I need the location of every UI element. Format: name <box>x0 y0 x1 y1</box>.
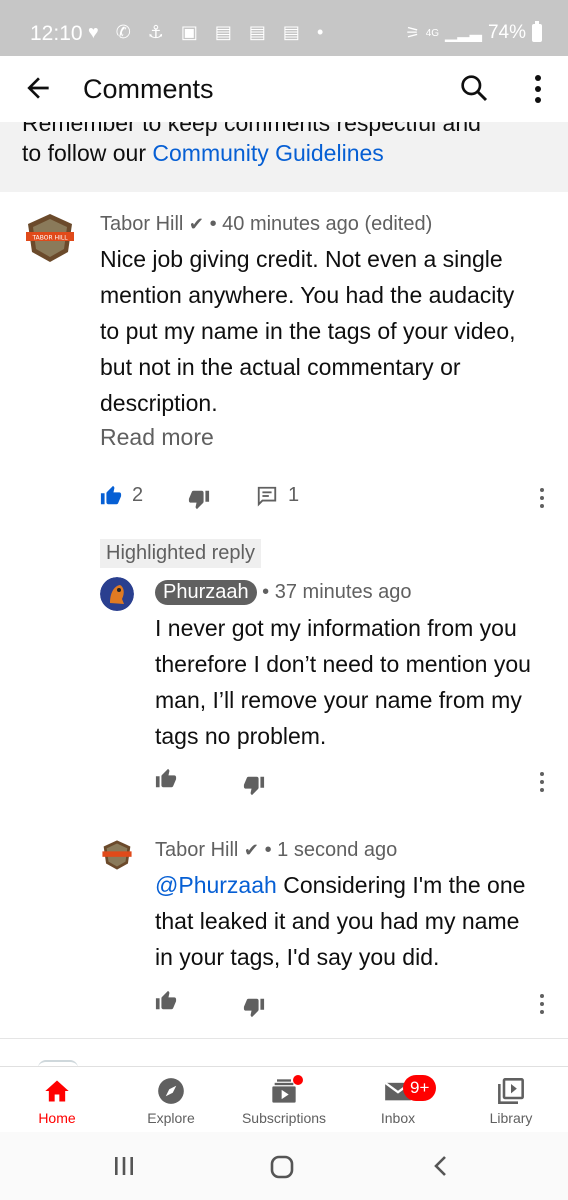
compass-icon <box>158 1078 184 1104</box>
highlighted-reply-label: Highlighted reply <box>100 539 261 568</box>
nav-label: Library <box>489 1110 533 1126</box>
nav-inbox[interactable]: 9+ Inbox <box>341 1067 455 1133</box>
library-icon <box>498 1078 524 1104</box>
like-button[interactable]: 2 <box>100 484 143 507</box>
network-label: 4G <box>425 27 440 39</box>
comment-meta: Tabor Hill ✔ • 40 minutes ago (edited) <box>100 213 433 235</box>
nav-home[interactable]: Home <box>0 1067 114 1133</box>
read-more-link[interactable]: Read more <box>100 424 214 451</box>
like-button[interactable] <box>155 768 177 790</box>
back-chevron-icon[interactable] <box>430 1154 452 1178</box>
community-guidelines-link[interactable]: Community Guidelines <box>152 140 383 166</box>
nav-label: Inbox <box>380 1110 416 1126</box>
reply-menu-icon[interactable] <box>538 994 546 1016</box>
like-count: 2 <box>132 484 144 506</box>
thumb-up-icon <box>100 485 122 504</box>
home-circle-icon[interactable] <box>269 1154 295 1180</box>
svg-text:TABOR HILL: TABOR HILL <box>31 235 68 242</box>
guidelines-text: to follow our Community Guidelines <box>22 140 384 167</box>
wifi-icon: ⚞ <box>405 25 420 42</box>
dislike-button[interactable] <box>188 488 210 510</box>
page-title: Comments <box>83 74 214 104</box>
guidelines-text-cut: Remember to keep comments respectful and <box>22 122 481 136</box>
reply-meta: Tabor Hill ✔ • 1 second ago <box>155 839 398 861</box>
thumb-down-icon <box>243 998 265 1018</box>
thumb-down-icon <box>188 490 210 510</box>
home-icon <box>45 1080 69 1102</box>
reply-text: @Phurzaah Considering I'm the one that l… <box>155 867 540 975</box>
reply-meta: Phurzaah • 37 minutes ago <box>155 580 412 605</box>
guidelines-prefix: to follow our <box>22 140 153 166</box>
more-vert-icon[interactable] <box>526 74 550 104</box>
guidelines-banner: Remember to keep comments respectful and… <box>0 122 568 192</box>
back-arrow-icon[interactable] <box>22 72 54 104</box>
like-button[interactable] <box>155 990 177 1012</box>
reply-button[interactable]: 1 <box>256 484 299 507</box>
nav-label: Subscriptions <box>241 1110 327 1126</box>
author-chip[interactable]: Phurzaah <box>155 580 257 605</box>
comment-text: Nice job giving credit. Not even a singl… <box>100 246 516 416</box>
reply-comment-icon <box>257 486 277 506</box>
reply-time: 37 minutes ago <box>274 581 412 603</box>
reply-count: 1 <box>288 484 300 506</box>
bottom-navigation: Home Explore Subscriptions 9+ Inbox Libr… <box>0 1066 568 1132</box>
nav-library[interactable]: Library <box>454 1067 568 1133</box>
nav-explore[interactable]: Explore <box>114 1067 228 1133</box>
avatar[interactable] <box>100 838 134 872</box>
comment-menu-icon[interactable] <box>538 488 546 510</box>
thumb-up-icon <box>155 768 177 788</box>
author-name[interactable]: Tabor Hill <box>155 839 238 861</box>
author-name[interactable]: Tabor Hill <box>100 213 183 235</box>
status-time: 12:10 <box>30 22 83 45</box>
battery-icon <box>532 21 542 42</box>
system-navigation-bar <box>0 1132 568 1200</box>
status-bar: 12:10 ♥ ✆ ⚓ ▣ ▤ ▤ ▤ • ⚞ 4G ▁▂▃ 74% <box>0 0 568 56</box>
search-icon[interactable] <box>458 72 490 104</box>
reply-menu-icon[interactable] <box>538 772 546 794</box>
avatar[interactable] <box>100 577 134 611</box>
comment-time: 40 minutes ago (edited) <box>222 213 433 235</box>
divider <box>0 1038 568 1039</box>
avatar[interactable]: TABOR HILL <box>22 210 78 266</box>
verified-check-icon: ✔ <box>188 214 205 234</box>
notification-icons: ♥ ✆ ⚓ ▣ ▤ ▤ ▤ • <box>88 22 330 42</box>
inbox-badge: 9+ <box>403 1075 437 1101</box>
nav-label: Explore <box>147 1110 195 1126</box>
mention-link[interactable]: @Phurzaah <box>155 872 277 898</box>
nav-label: Home <box>38 1110 76 1126</box>
new-content-dot <box>293 1075 303 1085</box>
reply-text: I never got my information from you ther… <box>155 615 531 749</box>
signal-icon: ▁▂▃ <box>445 25 482 42</box>
thumb-down-icon <box>243 776 265 796</box>
reply-time: 1 second ago <box>277 839 398 861</box>
dislike-button[interactable] <box>243 996 265 1018</box>
verified-check-icon: ✔ <box>243 840 260 860</box>
status-right: ⚞ 4G ▁▂▃ 74% <box>405 21 542 44</box>
battery-percent: 74% <box>487 22 526 43</box>
recent-apps-icon[interactable] <box>112 1154 136 1178</box>
dislike-button[interactable] <box>243 774 265 796</box>
nav-subscriptions[interactable]: Subscriptions <box>227 1067 341 1133</box>
app-bar: Comments <box>0 56 568 122</box>
thumb-up-icon <box>155 990 177 1010</box>
